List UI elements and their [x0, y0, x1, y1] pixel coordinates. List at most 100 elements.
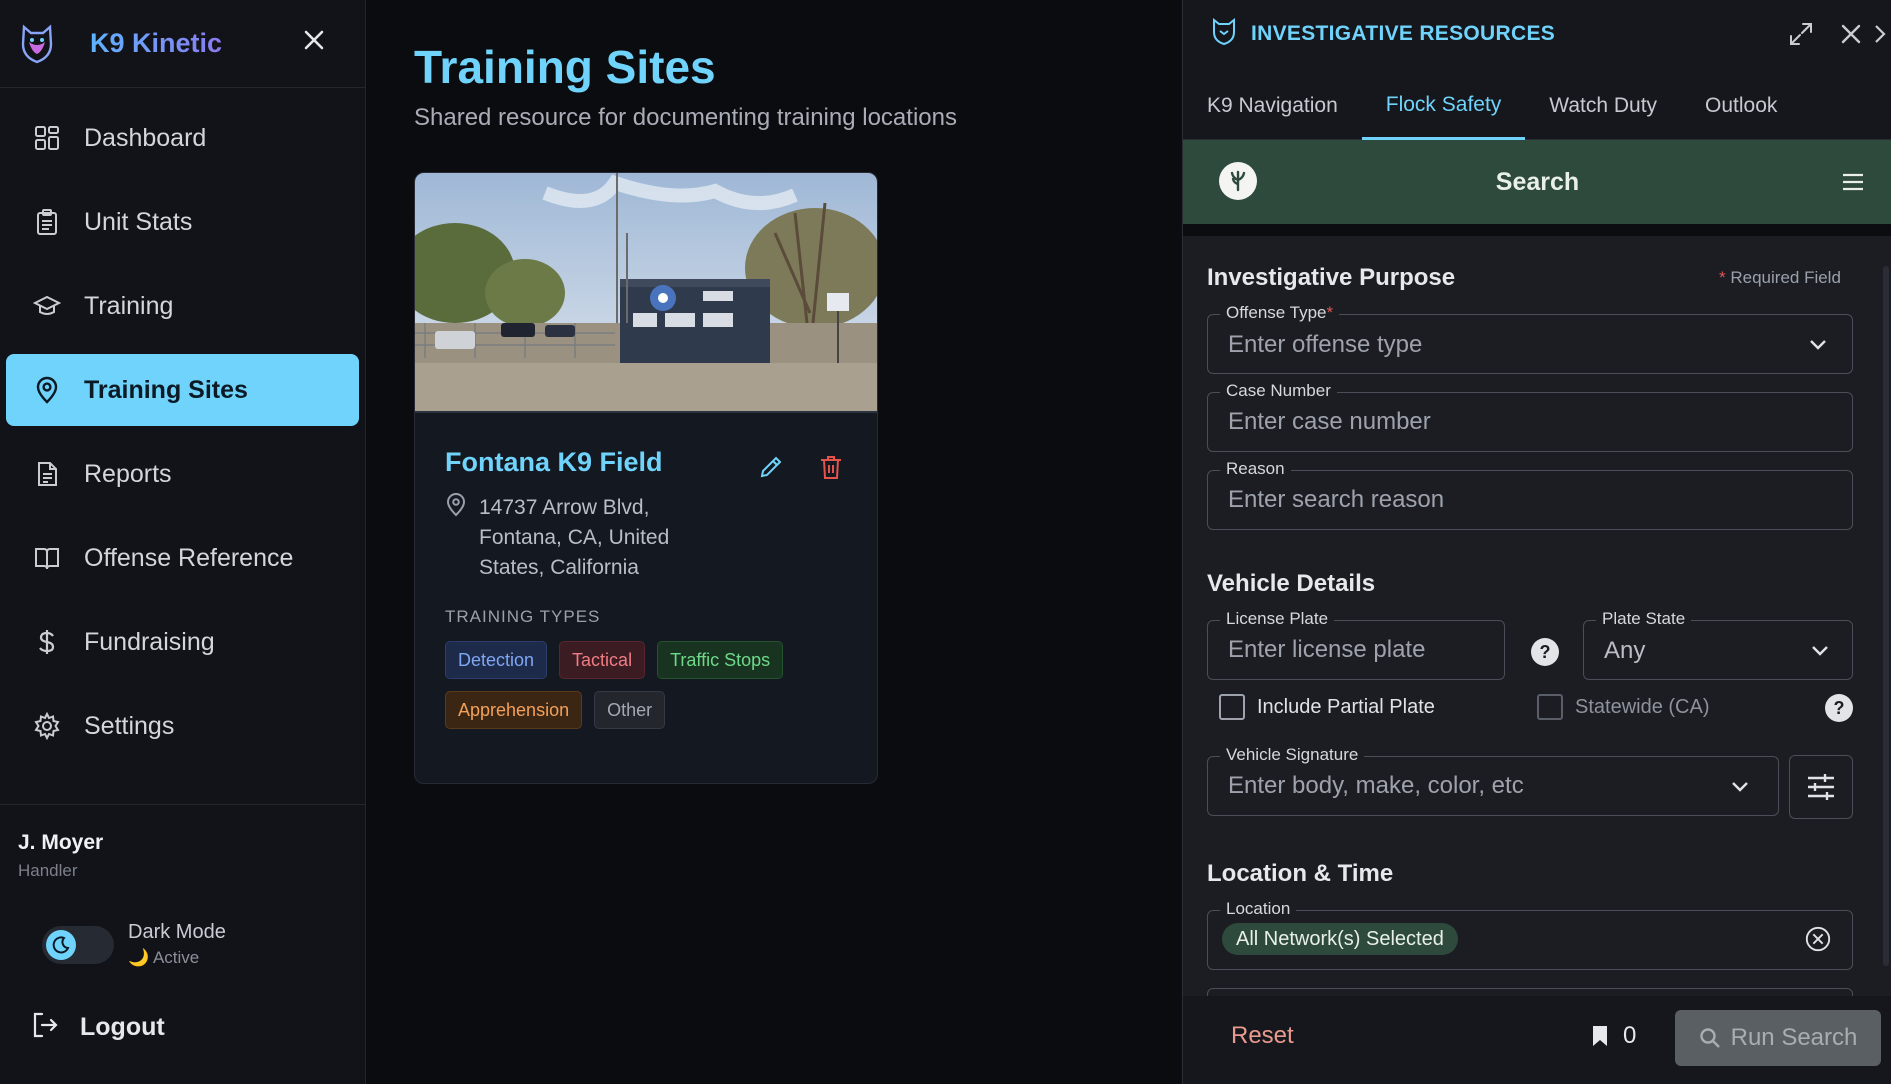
form-scrollbar[interactable] — [1883, 266, 1889, 966]
tab-watch-duty[interactable]: Watch Duty — [1525, 72, 1681, 140]
training-site-card[interactable]: Fontana K9 Field 14737 Arrow Blvd, Fonta… — [414, 172, 878, 784]
license-plate-placeholder: Enter license plate — [1228, 636, 1426, 663]
logout-button[interactable]: Logout — [18, 1010, 348, 1045]
moon-icon — [46, 929, 76, 960]
location-field[interactable]: Location All Network(s) Selected — [1207, 899, 1853, 970]
case-number-field[interactable]: Case Number Enter case number — [1207, 381, 1853, 452]
sidebar-item-reports[interactable]: Reports — [6, 438, 359, 510]
flock-header-divider — [1183, 224, 1891, 236]
case-number-placeholder: Enter case number — [1228, 408, 1431, 435]
time-range-field[interactable] — [1207, 988, 1853, 996]
delete-site-button[interactable] — [815, 451, 847, 483]
user-role: Handler — [18, 861, 78, 880]
edit-site-button[interactable] — [755, 451, 787, 483]
sidebar-item-label: Reports — [84, 459, 172, 488]
sidebar-item-label: Training — [84, 291, 174, 320]
plate-state-select[interactable]: Plate State Any — [1583, 609, 1853, 680]
expand-icon — [1790, 23, 1812, 45]
sidebar-item-label: Dashboard — [84, 123, 207, 152]
tabs-scroll-right-button[interactable] — [1869, 22, 1891, 46]
tab-flock-safety[interactable]: Flock Safety — [1361, 72, 1526, 140]
sidebar-item-label: Offense Reference — [84, 543, 294, 572]
sidebar-item-fundraising[interactable]: Fundraising — [6, 606, 359, 678]
section-location-time: Location & Time — [1207, 860, 1394, 887]
vehicle-signature-select[interactable]: Vehicle Signature Enter body, make, colo… — [1207, 745, 1779, 816]
sidebar-footer: J. Moyer Handler Dark Mode 🌙 Active Logo… — [0, 804, 366, 1045]
sidebar-item-training[interactable]: Training — [6, 270, 359, 342]
dark-mode-status: 🌙 Active — [128, 948, 226, 968]
tag-apprehension: Apprehension — [445, 691, 583, 729]
flock-safety-logo — [1219, 162, 1257, 200]
sidebar-item-training-sites[interactable]: Training Sites — [6, 354, 359, 426]
offense-type-select[interactable]: Offense Type* Enter offense type — [1207, 303, 1853, 374]
search-icon — [1699, 1028, 1720, 1048]
close-panel-button[interactable] — [1835, 18, 1867, 50]
clear-location-button[interactable] — [1804, 925, 1832, 953]
close-sidebar-button[interactable] — [296, 22, 332, 58]
case-number-label: Case Number — [1220, 381, 1337, 401]
license-plate-label: License Plate — [1220, 609, 1335, 629]
required-star: * — [1719, 268, 1726, 287]
flock-menu-button[interactable] — [1837, 166, 1869, 198]
app-name: K9 Kinetic — [90, 28, 223, 58]
dark-mode-toggle[interactable] — [42, 925, 114, 964]
license-plate-field[interactable]: License Plate Enter license plate — [1207, 609, 1505, 680]
training-type-tags: Detection Tactical Traffic Stops Apprehe… — [445, 641, 855, 729]
tag-detection: Detection — [445, 641, 548, 679]
investigative-resources-panel: INVESTIGATIVE RESOURCES K9 Navigation Fl… — [1182, 0, 1891, 1084]
reason-field[interactable]: Reason Enter search reason — [1207, 459, 1853, 530]
close-icon — [1841, 24, 1861, 44]
include-partial-plate-checkbox[interactable]: Include Partial Plate — [1219, 694, 1435, 720]
checkbox-box — [1537, 694, 1563, 720]
site-address-text: 14737 Arrow Blvd, Fontana, CA, United St… — [479, 496, 670, 579]
tag-traffic-stops: Traffic Stops — [657, 641, 784, 679]
reset-button[interactable]: Reset — [1231, 1022, 1294, 1050]
expand-panel-button[interactable] — [1785, 18, 1817, 50]
site-address: 14737 Arrow Blvd, Fontana, CA, United St… — [445, 493, 699, 583]
sidebar-item-label: Training Sites — [84, 375, 248, 404]
shield-icon — [1211, 17, 1237, 51]
panel-title: INVESTIGATIVE RESOURCES — [1251, 22, 1556, 45]
close-icon — [304, 30, 324, 50]
sliders-icon — [1808, 774, 1834, 800]
vehicle-filters-button[interactable] — [1789, 755, 1853, 819]
run-search-button[interactable]: Run Search — [1675, 1010, 1881, 1066]
app-root: K9 Kinetic Dashboard Unit Stats Training… — [0, 0, 1891, 1084]
map-pin-icon — [446, 493, 466, 517]
sidebar-item-settings[interactable]: Settings — [6, 690, 359, 762]
sidebar-item-dashboard[interactable]: Dashboard — [6, 102, 359, 174]
dashboard-icon — [30, 121, 64, 155]
statewide-label: Statewide (CA) — [1575, 695, 1710, 718]
location-chip[interactable]: All Network(s) Selected — [1222, 923, 1458, 955]
offense-type-label: Offense Type* — [1220, 303, 1340, 323]
user-name: J. Moyer — [18, 831, 104, 854]
tag-other: Other — [594, 691, 666, 729]
crescent-icon: 🌙 — [128, 948, 150, 967]
reason-placeholder: Enter search reason — [1228, 486, 1445, 513]
logout-icon — [30, 1010, 60, 1045]
main-content: Training Sites Shared resource for docum… — [366, 0, 1181, 1084]
chevron-down-icon — [1804, 331, 1832, 359]
sidebar-item-label: Fundraising — [84, 627, 215, 656]
plate-state-value: Any — [1604, 637, 1646, 664]
statewide-checkbox[interactable]: Statewide (CA) — [1537, 694, 1710, 720]
sidebar-item-offense-reference[interactable]: Offense Reference — [6, 522, 359, 594]
reason-label: Reason — [1220, 459, 1291, 479]
dollar-icon — [30, 625, 64, 659]
include-partial-plate-label: Include Partial Plate — [1257, 695, 1435, 718]
site-title: Fontana K9 Field — [445, 447, 663, 477]
logout-label: Logout — [80, 1013, 165, 1041]
saved-searches-button[interactable]: 0 — [1591, 1022, 1636, 1050]
statewide-help-icon[interactable]: ? — [1825, 694, 1853, 722]
page-subtitle: Shared resource for documenting training… — [414, 104, 957, 131]
sidebar-item-unit-stats[interactable]: Unit Stats — [6, 186, 359, 258]
license-plate-help-icon[interactable]: ? — [1531, 638, 1559, 666]
tab-outlook[interactable]: Outlook — [1681, 72, 1801, 140]
map-pin-icon — [30, 373, 64, 407]
sidebar-item-label: Unit Stats — [84, 207, 193, 236]
gear-icon — [30, 709, 64, 743]
tab-k9-navigation[interactable]: K9 Navigation — [1183, 72, 1362, 140]
run-search-label: Run Search — [1730, 1024, 1858, 1051]
section-vehicle-details: Vehicle Details — [1207, 570, 1376, 597]
hamburger-menu-icon — [1843, 173, 1863, 191]
